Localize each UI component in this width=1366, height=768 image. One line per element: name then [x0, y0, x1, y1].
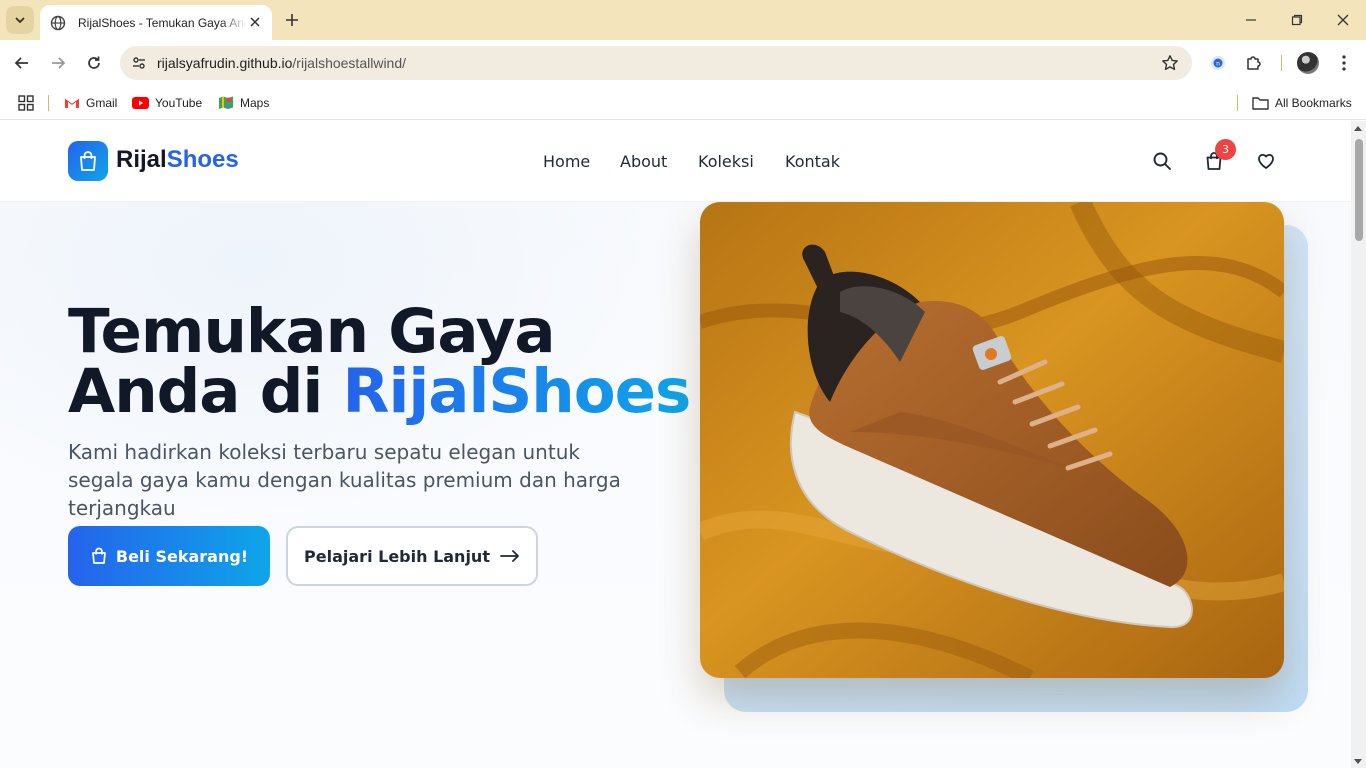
bookmark-youtube[interactable]: YouTube [132, 93, 202, 113]
site-navbar: RijalShoes Home About Koleksi Kontak 3 [0, 121, 1351, 202]
restore-button[interactable] [1274, 6, 1320, 34]
all-bookmarks-label: All Bookmarks [1275, 96, 1352, 110]
minimize-button[interactable] [1228, 6, 1274, 34]
logo-badge[interactable] [68, 141, 108, 181]
browser-tab-active[interactable]: RijalShoes - Temukan Gaya Anda di RijalS… [40, 5, 272, 40]
hero-title-accent: RijalShoes [342, 356, 692, 427]
back-button[interactable] [8, 49, 36, 77]
hero-subtitle: Kami hadirkan koleksi terbaru sepatu ele… [68, 440, 621, 520]
heart-icon[interactable] [1254, 149, 1278, 173]
nav-koleksi[interactable]: Koleksi [698, 152, 754, 171]
folder-icon [1252, 96, 1269, 110]
forward-button[interactable] [44, 49, 72, 77]
bookmarks-bar: Gmail YouTube Maps All Bookmarks [0, 86, 1366, 120]
learn-more-label: Pelajari Lebih Lanjut [304, 546, 490, 566]
buy-now-button[interactable]: Beli Sekarang! [68, 526, 270, 586]
all-bookmarks-button[interactable]: All Bookmarks [1252, 93, 1352, 113]
scroll-up-arrow[interactable] [1354, 126, 1362, 131]
globe-icon [50, 15, 66, 31]
arrow-right-icon [500, 549, 520, 563]
bookmark-label: Maps [240, 96, 270, 110]
tab-search-button[interactable] [6, 6, 34, 34]
hero-title-line2-prefix: Anda di [68, 356, 343, 427]
nav-kontak[interactable]: Kontak [785, 152, 840, 171]
nav-home[interactable]: Home [543, 152, 590, 171]
new-tab-button[interactable] [280, 8, 304, 32]
bookmarks-divider [48, 95, 49, 111]
hero-section: Temukan Gaya Anda di RijalShoes Kami had… [0, 202, 1351, 768]
hero-title: Temukan Gaya Anda di RijalShoes [68, 301, 691, 422]
page-viewport: RijalShoes Home About Koleksi Kontak 3 T… [0, 121, 1351, 768]
url-path: /rijalshoestallwind/ [292, 55, 407, 71]
bookmark-label: Gmail [86, 96, 118, 110]
shopping-bag-icon [80, 151, 96, 171]
close-icon[interactable] [246, 13, 264, 31]
extensions-puzzle-icon[interactable] [1242, 51, 1266, 75]
toolbar-divider [1281, 55, 1282, 71]
nav-about[interactable]: About [620, 152, 667, 171]
page-scrollbar[interactable] [1351, 121, 1366, 768]
bookmark-label: YouTube [155, 96, 203, 110]
scroll-down-arrow[interactable] [1354, 759, 1362, 764]
url-text: rijalsyafrudin.github.io/rijalshoestallw… [157, 55, 406, 71]
buy-now-label: Beli Sekarang! [115, 546, 249, 566]
plus-icon [286, 14, 298, 26]
url-host: rijalsyafrudin.github.io [157, 55, 293, 71]
bookmarks-divider [1237, 95, 1238, 111]
address-bar[interactable]: rijalsyafrudin.github.io/rijalshoestallw… [120, 46, 1192, 80]
maps-icon [218, 95, 234, 111]
apps-icon[interactable] [18, 93, 34, 113]
star-icon[interactable] [1160, 53, 1180, 73]
close-icon [1337, 14, 1349, 26]
logo-text[interactable]: RijalShoes [116, 146, 239, 174]
browser-toolbar: rijalsyafrudin.github.io/rijalshoestallw… [0, 40, 1366, 86]
youtube-icon [132, 97, 149, 109]
window-close-button[interactable] [1320, 6, 1366, 34]
minimize-icon [1246, 19, 1256, 21]
more-vert-icon[interactable] [1332, 51, 1356, 75]
arrow-right-icon [52, 57, 66, 69]
tab-title: RijalShoes - Temukan Gaya Anda di RijalS… [78, 15, 246, 30]
site-info-icon[interactable] [128, 52, 150, 74]
restore-icon [1291, 14, 1303, 26]
logo-accent: Shoes [166, 146, 239, 173]
bookmark-gmail[interactable]: Gmail [64, 93, 117, 113]
extension-icon[interactable]: n [1206, 51, 1230, 75]
search-icon[interactable] [1150, 149, 1174, 173]
gmail-icon [64, 97, 80, 109]
arrow-left-icon [14, 57, 28, 69]
profile-avatar[interactable] [1297, 52, 1319, 74]
svg-text:n: n [1216, 61, 1220, 68]
cart-count-badge: 3 [1215, 139, 1236, 160]
shopping-bag-icon [90, 547, 108, 565]
scrollbar-thumb[interactable] [1355, 139, 1363, 241]
chevron-down-icon [15, 17, 25, 24]
hero-shoe-image [700, 202, 1284, 678]
browser-tabbar: RijalShoes - Temukan Gaya Anda di RijalS… [0, 0, 1366, 40]
reload-icon [88, 56, 100, 69]
logo-main: Rijal [116, 146, 167, 173]
reload-button[interactable] [80, 49, 108, 77]
learn-more-button[interactable]: Pelajari Lebih Lanjut [286, 526, 538, 586]
bookmark-maps[interactable]: Maps [218, 93, 269, 113]
